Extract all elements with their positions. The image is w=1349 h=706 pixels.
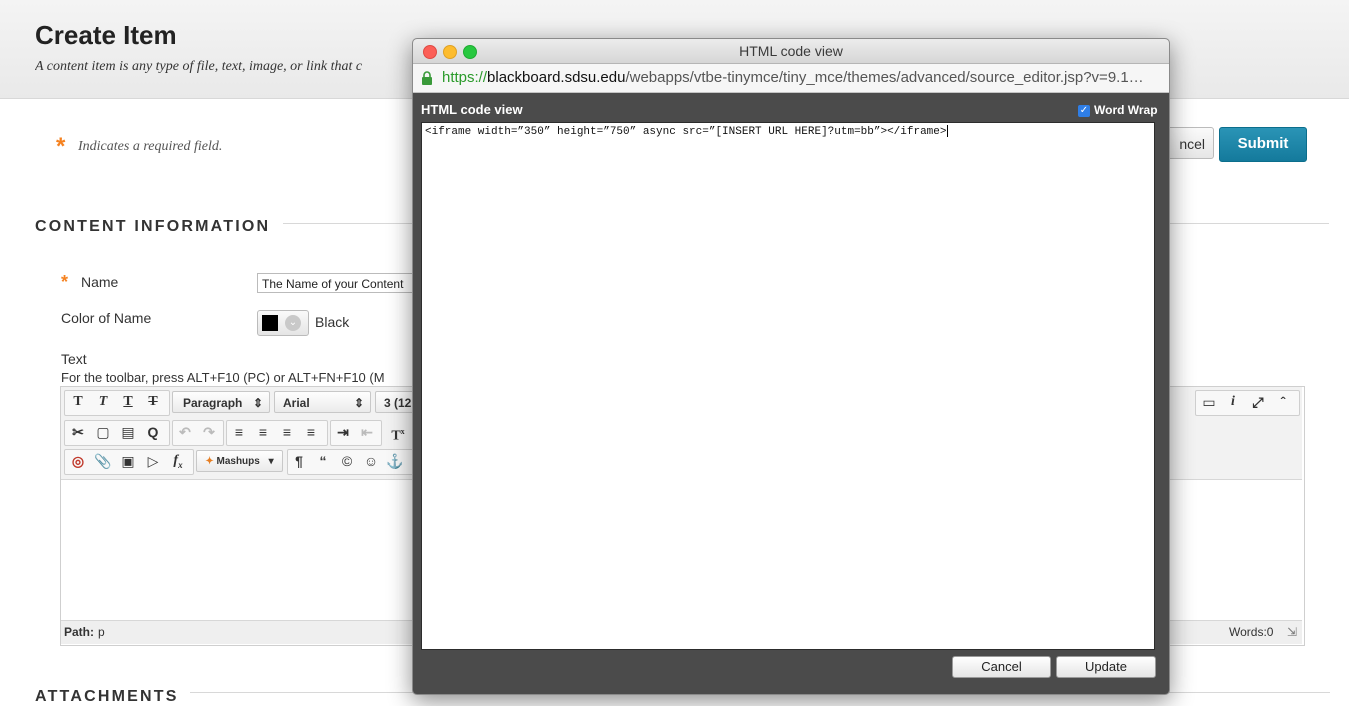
name-label: Name <box>81 274 119 290</box>
find-icon[interactable]: Q <box>142 421 164 443</box>
indent-icon[interactable]: ⇥ <box>332 421 354 443</box>
color-of-name-label: Color of Name <box>61 310 152 326</box>
window-title: HTML code view <box>739 43 843 59</box>
cut-icon[interactable]: ✂ <box>67 421 89 443</box>
url-text[interactable]: https://blackboard.sdsu.edu/webapps/vtbe… <box>442 69 1162 86</box>
outdent-icon[interactable]: ⇤ <box>356 421 378 443</box>
superscript-icon[interactable]: Tx <box>387 421 409 444</box>
html-code-view-window: HTML code view https://blackboard.sdsu.e… <box>412 38 1170 695</box>
fullscreen-icon[interactable]: ⤢ <box>1247 391 1269 413</box>
chevron-down-icon: ⌄ <box>285 315 301 331</box>
required-star-icon: * <box>61 272 69 292</box>
attachment-icon[interactable]: 📎 <box>92 450 114 472</box>
page-description: A content item is any type of file, text… <box>35 59 363 74</box>
toolbar-hint: For the toolbar, press ALT+F10 (PC) or A… <box>61 370 385 385</box>
color-picker-button[interactable]: ⌄ <box>257 310 309 336</box>
underline-icon[interactable]: T <box>117 391 139 413</box>
copy-icon[interactable]: ▢ <box>92 421 114 443</box>
window-titlebar: HTML code view <box>413 39 1169 64</box>
align-center-icon[interactable]: ≡ <box>252 421 274 443</box>
collapse-toolbar-icon[interactable]: ˆ <box>1272 391 1294 413</box>
color-swatch <box>262 315 278 331</box>
strikethrough-icon[interactable]: T <box>142 391 164 413</box>
mashups-select[interactable]: ✦ Mashups ▾ <box>196 450 283 472</box>
media-icon[interactable]: ▷ <box>142 450 164 472</box>
path-value: p <box>98 625 105 639</box>
anchor-icon[interactable]: ⚓ <box>384 450 406 472</box>
italic-icon[interactable]: T <box>92 391 114 413</box>
content-information-heading: CONTENT INFORMATION <box>35 218 271 235</box>
size-select[interactable]: 3 (12 <box>375 391 415 413</box>
text-caret <box>946 125 948 137</box>
page-title: Create Item <box>35 20 177 50</box>
format-select[interactable]: Paragraph ⇕ <box>172 391 270 413</box>
word-wrap-label: Word Wrap <box>1094 103 1158 117</box>
preview-icon[interactable]: ▭ <box>1198 391 1220 413</box>
code-content: <iframe width=”350” height=”750” async s… <box>425 125 947 138</box>
lock-icon <box>422 71 432 85</box>
dialog-cancel-button[interactable]: Cancel <box>952 656 1051 678</box>
paste-icon[interactable]: ▤ <box>117 421 139 443</box>
path-label: Path: <box>64 625 94 639</box>
submit-button[interactable]: Submit <box>1219 127 1307 162</box>
html-code-textarea[interactable]: <iframe width=”350” height=”750” async s… <box>421 122 1155 650</box>
panel-title: HTML code view <box>421 102 523 117</box>
color-value: Black <box>315 314 350 330</box>
justify-icon[interactable]: ≡ <box>300 421 322 443</box>
info-icon[interactable]: i <box>1222 391 1244 413</box>
paragraph-icon[interactable]: ¶ <box>288 450 310 472</box>
align-left-icon[interactable]: ≡ <box>228 421 250 443</box>
blockquote-icon[interactable]: “ <box>312 450 334 472</box>
word-count: Words:0 <box>1229 625 1274 639</box>
address-bar[interactable]: https://blackboard.sdsu.edu/webapps/vtbe… <box>413 64 1169 93</box>
update-button[interactable]: Update <box>1056 656 1156 678</box>
undo-icon[interactable]: ↶ <box>174 421 196 443</box>
bold-icon[interactable]: T <box>67 391 89 413</box>
math-icon[interactable]: fx <box>167 450 189 472</box>
font-select[interactable]: Arial ⇕ <box>274 391 371 413</box>
attachments-heading: ATTACHMENTS <box>35 688 179 705</box>
text-label: Text <box>61 351 87 367</box>
word-wrap-checkbox[interactable]: ✓ <box>1078 105 1090 117</box>
align-right-icon[interactable]: ≡ <box>276 421 298 443</box>
resize-handle-icon[interactable]: ⇲ <box>1287 625 1297 639</box>
copyright-icon[interactable]: © <box>336 450 358 472</box>
emoticon-icon[interactable]: ☺ <box>360 450 382 472</box>
redo-icon[interactable]: ↷ <box>198 421 220 443</box>
required-star-icon: * <box>56 133 66 160</box>
name-input[interactable]: The Name of your Content <box>257 273 417 293</box>
image-icon[interactable]: ▣ <box>117 450 139 472</box>
required-note: Indicates a required field. <box>78 139 223 154</box>
record-icon[interactable]: ◎ <box>67 450 89 472</box>
